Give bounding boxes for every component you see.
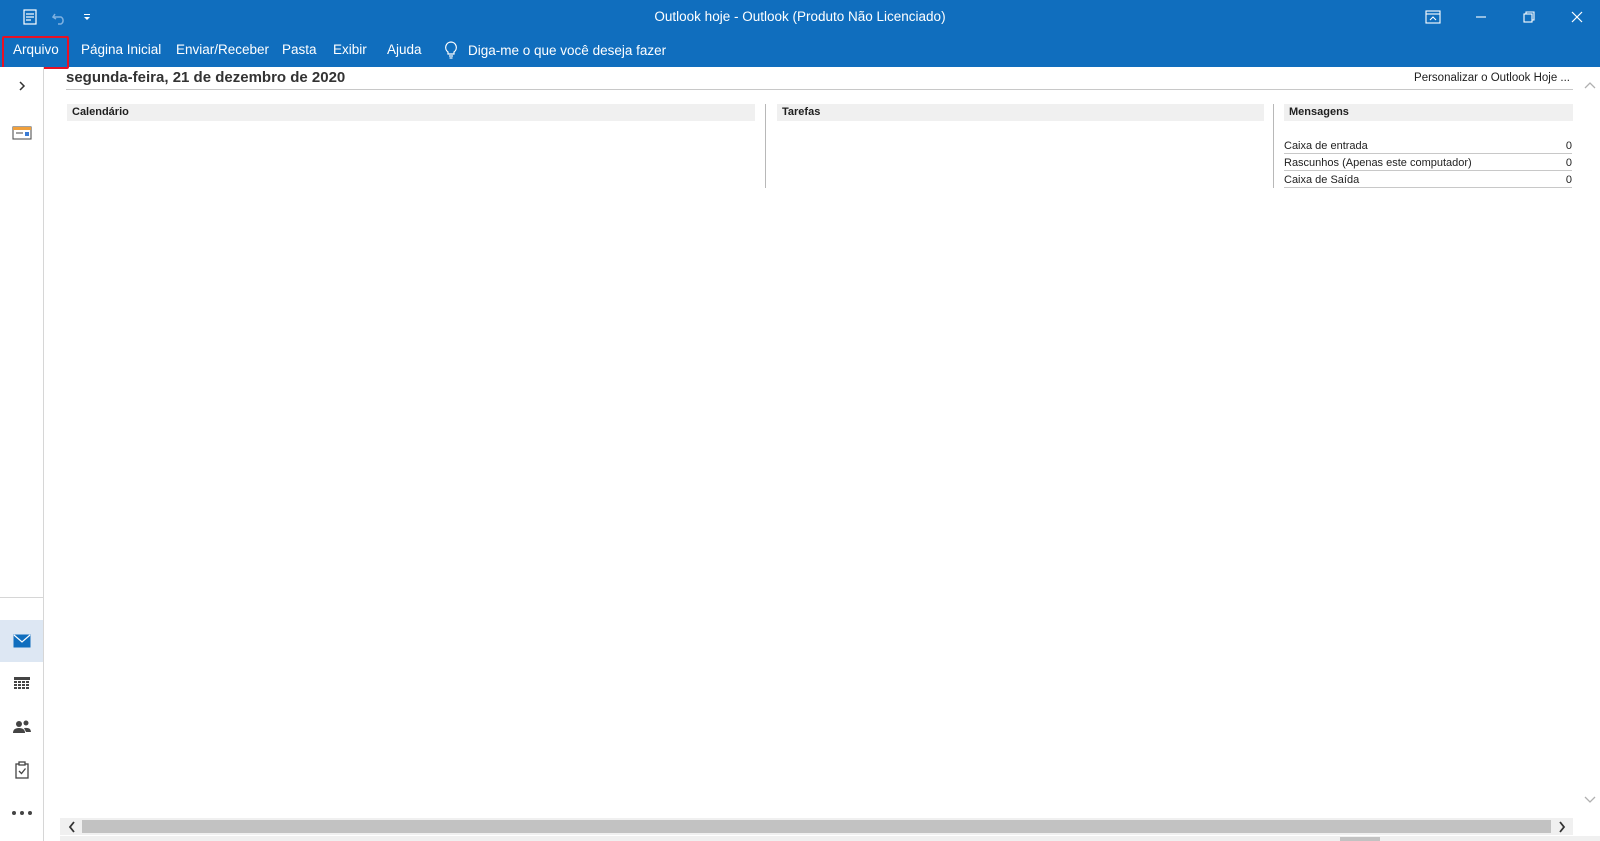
ribbon-display-options-icon[interactable] <box>1410 0 1456 33</box>
expand-chevron-icon[interactable] <box>0 69 43 103</box>
calendar-icon[interactable] <box>0 664 43 704</box>
calendar-column-header: Calendário <box>67 104 755 121</box>
column-divider <box>1273 104 1274 188</box>
message-count: 0 <box>1565 174 1572 186</box>
date-divider <box>66 89 1573 90</box>
ribbon-tab-bar: Arquivo Página Inicial Enviar/Receber Pa… <box>0 33 1600 69</box>
message-folder-label: Caixa de entrada <box>1284 140 1368 152</box>
tab-ajuda[interactable]: Ajuda <box>387 33 422 67</box>
scroll-up-icon[interactable] <box>1582 77 1598 93</box>
nav-separator <box>0 597 43 598</box>
left-navigation-bar <box>0 67 44 841</box>
tab-pagina-inicial[interactable]: Página Inicial <box>81 33 161 67</box>
tab-arquivo[interactable]: Arquivo <box>13 33 59 67</box>
message-row-outbox[interactable]: Caixa de Saída 0 <box>1284 172 1572 188</box>
send-receive-icon[interactable] <box>18 0 42 33</box>
tasks-column-header: Tarefas <box>777 104 1264 121</box>
window-title: Outlook hoje - Outlook (Produto Não Lice… <box>654 9 946 24</box>
close-icon[interactable] <box>1554 0 1600 33</box>
tab-pasta[interactable]: Pasta <box>282 33 317 67</box>
message-row-drafts[interactable]: Rascunhos (Apenas este computador) 0 <box>1284 155 1572 171</box>
tell-me-search[interactable]: Diga-me o que você deseja fazer <box>444 33 666 67</box>
bottom-scroll-thumb[interactable] <box>1340 837 1380 841</box>
message-folder-label: Caixa de Saída <box>1284 174 1360 186</box>
outlook-today-icon[interactable] <box>0 112 43 152</box>
tasks-icon[interactable] <box>0 750 43 790</box>
scroll-left-icon[interactable] <box>62 818 82 835</box>
tab-exibir[interactable]: Exibir <box>333 33 367 67</box>
message-count: 0 <box>1565 140 1572 152</box>
undo-icon[interactable] <box>48 0 70 33</box>
restore-icon[interactable] <box>1506 0 1552 33</box>
message-row-inbox[interactable]: Caixa de entrada 0 <box>1284 138 1572 154</box>
today-date-heading: segunda-feira, 21 de dezembro de 2020 <box>66 69 346 86</box>
title-bar: Outlook hoje - Outlook (Produto Não Lice… <box>0 0 1600 33</box>
tab-enviar-receber[interactable]: Enviar/Receber <box>176 33 269 67</box>
horizontal-scroll-thumb[interactable] <box>82 820 1551 833</box>
customize-outlook-today-link[interactable]: Personalizar o Outlook Hoje ... <box>1414 72 1570 84</box>
scroll-right-icon[interactable] <box>1552 818 1572 835</box>
tell-me-label: Diga-me o que você deseja fazer <box>468 42 667 58</box>
mail-icon[interactable] <box>0 620 43 662</box>
scroll-down-icon[interactable] <box>1582 792 1598 808</box>
horizontal-scrollbar[interactable] <box>60 818 1573 835</box>
message-count: 0 <box>1565 157 1572 169</box>
minimize-icon[interactable] <box>1458 0 1504 33</box>
lightbulb-icon <box>445 41 457 59</box>
messages-column-header: Mensagens <box>1284 104 1573 121</box>
customize-qat-icon[interactable] <box>78 0 96 33</box>
more-icon[interactable] <box>0 793 43 833</box>
people-icon[interactable] <box>0 707 43 747</box>
column-divider <box>765 104 766 188</box>
message-folder-label: Rascunhos (Apenas este computador) <box>1284 157 1472 169</box>
